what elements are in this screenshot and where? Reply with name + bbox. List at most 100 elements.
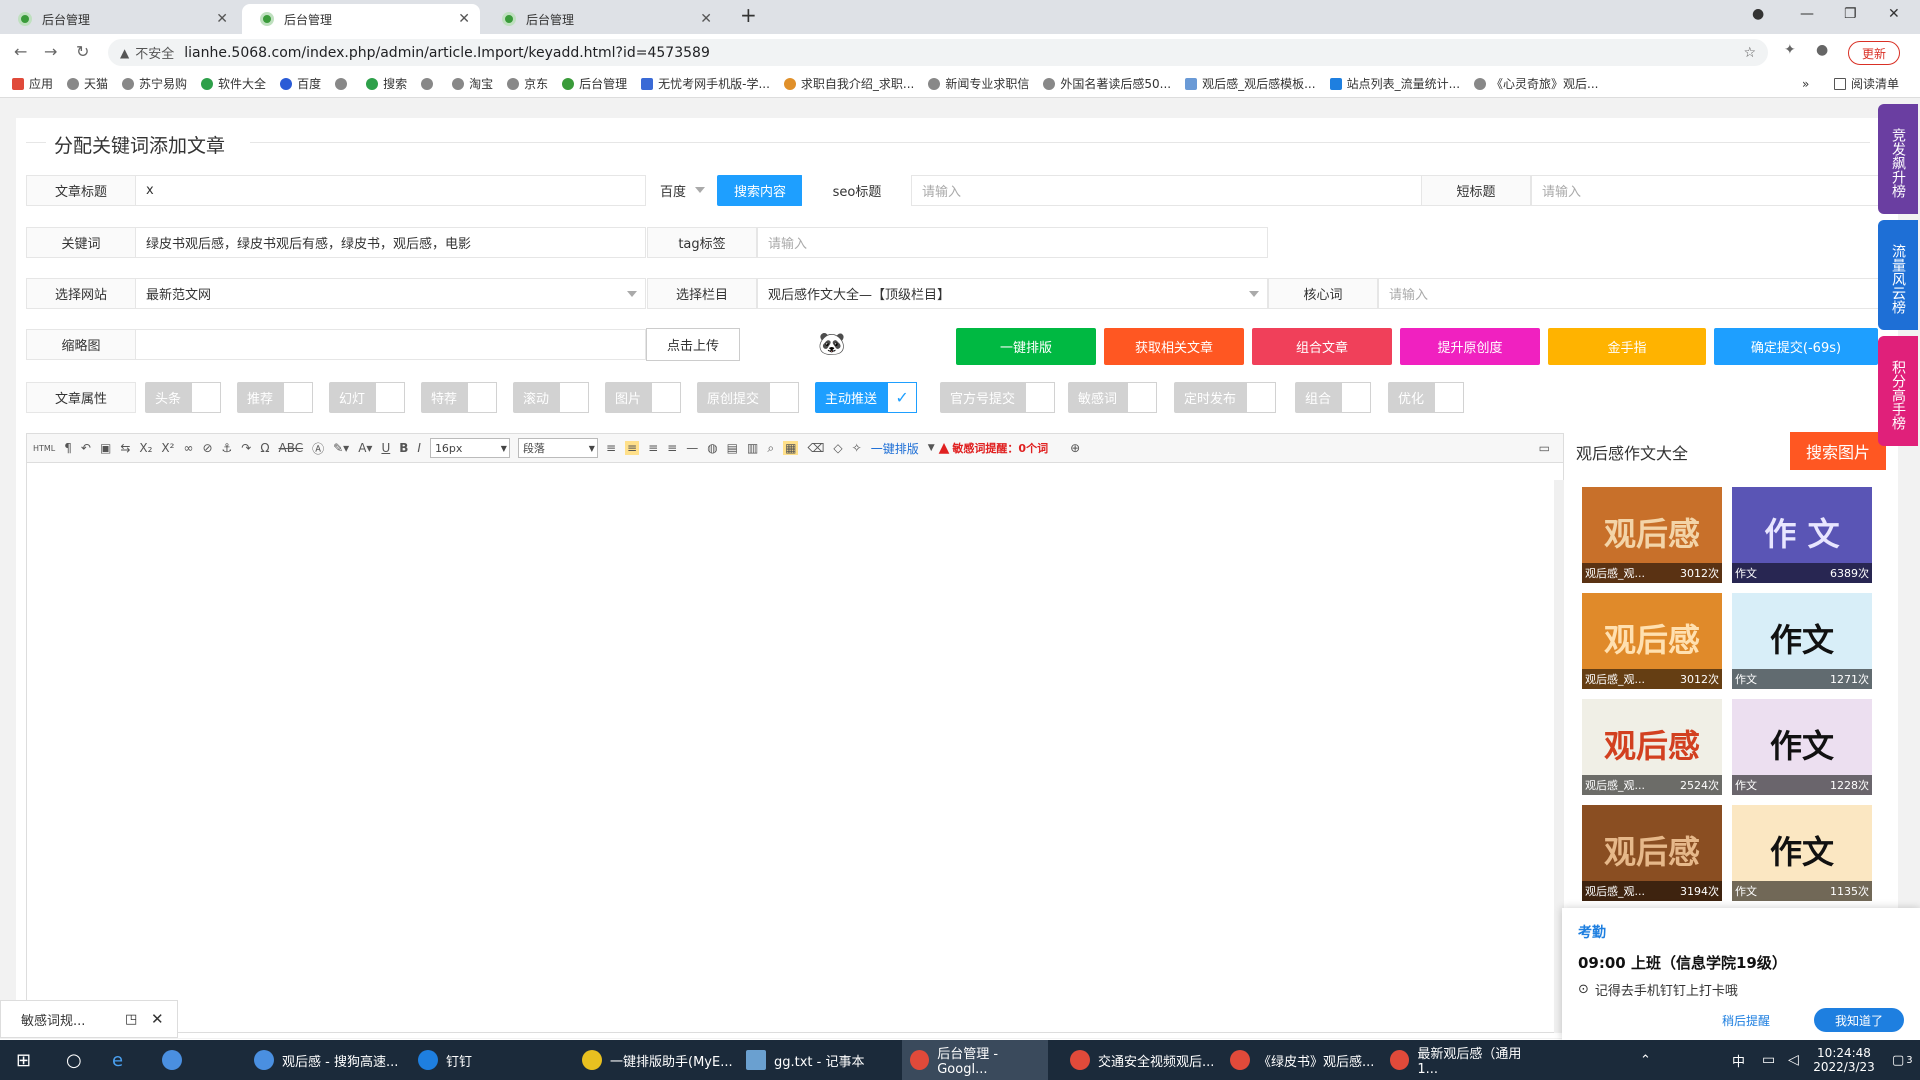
- taskbar-item[interactable]: gg.txt - 记事本: [738, 1040, 898, 1080]
- image-thumb-8[interactable]: 作文 作文 1135次: [1732, 805, 1872, 901]
- search-content-button[interactable]: 搜索内容: [717, 175, 803, 206]
- attr-original-submit-checkbox[interactable]: 原创提交: [697, 382, 800, 413]
- editor-body[interactable]: [26, 463, 1564, 1033]
- upload-button[interactable]: 点击上传: [646, 328, 740, 361]
- magic-icon[interactable]: ✧: [852, 441, 862, 455]
- core-word-input[interactable]: 请输入: [1378, 278, 1879, 309]
- notification-center-icon[interactable]: ▢ 3: [1884, 1040, 1918, 1080]
- image-thumb-3[interactable]: 观后感 观后感_观... 3012次: [1582, 593, 1722, 689]
- bookmark-item[interactable]: 搜索: [366, 75, 407, 92]
- bookmark-item[interactable]: 站点列表_流量统计...: [1329, 75, 1460, 92]
- attr-official-submit-checkbox[interactable]: 官方号提交: [940, 382, 1056, 413]
- get-related-articles-button[interactable]: 获取相关文章: [1104, 328, 1244, 365]
- strikethrough-icon[interactable]: ABC: [279, 441, 304, 455]
- image-thumb-7[interactable]: 观后感 观后感_观... 3194次: [1582, 805, 1722, 901]
- bookmark-item[interactable]: 天猫: [67, 75, 108, 92]
- omega-icon[interactable]: Ω: [260, 441, 269, 455]
- taskbar-item-active[interactable]: 后台管理 - Googl...: [902, 1040, 1048, 1080]
- attr-optimize-checkbox[interactable]: 优化: [1388, 382, 1465, 413]
- attr-sensitive-checkbox[interactable]: 敏感词: [1068, 382, 1158, 413]
- fullscreen-icon[interactable]: ▭: [1539, 441, 1550, 455]
- keyword-input[interactable]: 绿皮书观后感，绿皮书观后有感，绿皮书，观后感，电影: [135, 227, 646, 258]
- bold-icon[interactable]: B: [399, 441, 408, 455]
- attr-slide-checkbox[interactable]: 幻灯: [329, 382, 406, 413]
- bookmark-apps[interactable]: 应用: [12, 75, 53, 92]
- column-select[interactable]: 观后感作文大全—【顶级栏目】: [757, 278, 1268, 309]
- seo-title-input[interactable]: 请输入: [911, 175, 1422, 206]
- image-icon[interactable]: ▤: [727, 441, 738, 455]
- one-click-format-button[interactable]: 一键排版: [956, 328, 1096, 365]
- side-tab-traffic[interactable]: 流量风云榜: [1878, 220, 1918, 330]
- bookmark-item[interactable]: 京东: [507, 75, 548, 92]
- taskbar-item[interactable]: 《绿皮书》观后感...: [1222, 1040, 1378, 1080]
- superscript-icon[interactable]: X²: [161, 441, 174, 455]
- font-color-icon[interactable]: A▾: [358, 441, 372, 455]
- browser-tab-3[interactable]: 后台管理 ✕: [484, 4, 722, 34]
- taskbar-item[interactable]: 一键排版助手(MyE...: [574, 1040, 734, 1080]
- ie-browser-icon[interactable]: e: [104, 1040, 144, 1080]
- back-icon[interactable]: ←: [14, 42, 27, 61]
- close-icon[interactable]: ✕: [151, 1010, 164, 1028]
- align-right-icon[interactable]: ≡: [667, 441, 677, 455]
- bookmark-item[interactable]: 求职自我介绍_求职...: [783, 75, 914, 92]
- combine-article-button[interactable]: 组合文章: [1252, 328, 1392, 365]
- extensions-icon[interactable]: ✦: [1784, 42, 1796, 58]
- close-tab-icon[interactable]: ✕: [458, 11, 470, 27]
- article-title-input[interactable]: x: [135, 175, 646, 206]
- ime-indicator[interactable]: 中: [1724, 1040, 1745, 1080]
- redo-icon[interactable]: ↷: [241, 441, 251, 455]
- paste-icon[interactable]: ▦: [783, 441, 799, 455]
- remind-later-button[interactable]: 稍后提醒: [1722, 1012, 1770, 1029]
- volume-icon[interactable]: ◁: [1780, 1040, 1799, 1080]
- anchor-icon[interactable]: ⚓: [222, 441, 233, 455]
- bookmark-item[interactable]: 软件大全: [201, 75, 266, 92]
- tray-chevron-icon[interactable]: ⌃: [1632, 1040, 1651, 1080]
- side-tab-rising[interactable]: 竞发飙升榜: [1878, 104, 1918, 214]
- zoom-icon[interactable]: ⊕: [1070, 441, 1080, 455]
- close-tab-icon[interactable]: ✕: [216, 11, 228, 27]
- find-icon[interactable]: ⌕: [767, 441, 774, 456]
- unlink-icon[interactable]: ⊘: [202, 441, 212, 455]
- eraser-icon[interactable]: ◇: [833, 441, 842, 455]
- submit-button[interactable]: 确定提交(-69s): [1714, 328, 1878, 365]
- bookmark-item[interactable]: [335, 77, 352, 90]
- taskbar-item[interactable]: 交通安全视频观后...: [1062, 1040, 1218, 1080]
- one-click-format-link[interactable]: 一键排版: [871, 440, 919, 457]
- bookmark-item[interactable]: 外国名著读后感50...: [1043, 75, 1171, 92]
- attr-combine-checkbox[interactable]: 组合: [1295, 382, 1372, 413]
- clock[interactable]: 10:24:48 2022/3/23: [1806, 1040, 1882, 1080]
- tab-search-icon[interactable]: ●: [1752, 6, 1764, 22]
- attr-image-checkbox[interactable]: 图片: [605, 382, 682, 413]
- popout-icon[interactable]: ◳: [125, 1012, 137, 1027]
- clear-format-icon[interactable]: ⌫: [807, 441, 824, 455]
- search-image-button[interactable]: 搜索图片: [1790, 432, 1886, 470]
- bookmark-item[interactable]: 《心灵奇旅》观后...: [1474, 75, 1598, 92]
- bookmark-item[interactable]: 后台管理: [562, 75, 627, 92]
- bookmark-star-icon[interactable]: ☆: [1743, 45, 1756, 61]
- forward-icon[interactable]: →: [44, 42, 57, 61]
- start-windows-icon[interactable]: ⊞: [8, 1040, 48, 1080]
- side-tab-points[interactable]: 积分高手榜: [1878, 336, 1918, 446]
- omnibox[interactable]: ▲ 不安全 lianhe.5068.com/index.php/admin/ar…: [108, 39, 1768, 66]
- attr-headline-checkbox[interactable]: 头条: [145, 382, 222, 413]
- paragraph-select[interactable]: 段落 ▼: [517, 438, 598, 458]
- profile-icon[interactable]: ●: [1816, 42, 1828, 58]
- golden-finger-button[interactable]: 金手指: [1548, 328, 1706, 365]
- insert-image-icon[interactable]: ▥: [747, 441, 758, 455]
- reading-list[interactable]: 阅读清单: [1834, 75, 1899, 92]
- paragraph-mark-icon[interactable]: ¶: [64, 441, 72, 455]
- restore-icon[interactable]: ❐: [1844, 6, 1857, 22]
- image-thumb-2[interactable]: 作 文作文 6389次: [1732, 487, 1872, 583]
- horizontal-rule-icon[interactable]: —: [686, 441, 698, 455]
- text-box-icon[interactable]: Ⓐ: [312, 440, 324, 457]
- bookmark-item[interactable]: 百度: [280, 75, 321, 92]
- taskbar-item[interactable]: 钉钉: [410, 1040, 570, 1080]
- reload-icon[interactable]: ↻: [76, 42, 89, 61]
- bookmark-item[interactable]: 淘宝: [452, 75, 493, 92]
- site-select[interactable]: 最新范文网: [135, 278, 646, 309]
- image-thumb-4[interactable]: 作文 作文 1271次: [1732, 593, 1872, 689]
- font-size-select[interactable]: 16px ▼: [429, 438, 510, 458]
- underline-icon[interactable]: U: [381, 441, 390, 455]
- search-circle-icon[interactable]: ○: [58, 1040, 94, 1080]
- sensitive-rules-label[interactable]: 敏感词规...: [21, 1010, 85, 1029]
